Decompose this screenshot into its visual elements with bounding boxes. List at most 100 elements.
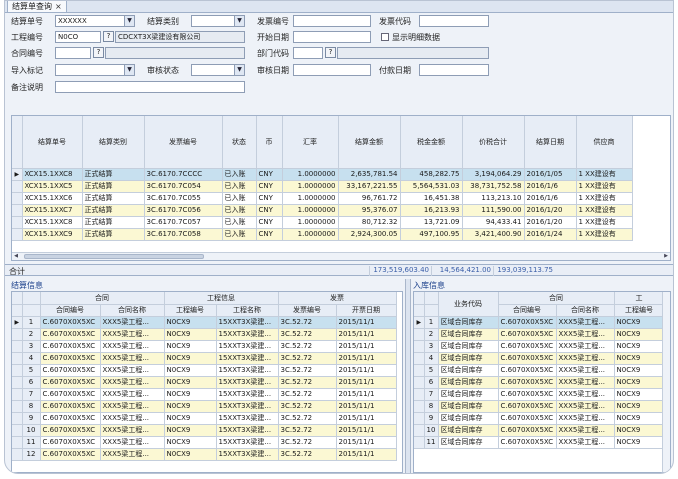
table-cell[interactable]: 3C.52.72 bbox=[278, 340, 337, 353]
table-cell[interactable]: 15XXT3X梁建... bbox=[216, 328, 279, 341]
col-header[interactable]: 结算类别 bbox=[82, 116, 145, 169]
table-cell[interactable]: XXX5梁工程... bbox=[556, 424, 615, 437]
table-cell[interactable]: 2015/11/1 bbox=[336, 448, 397, 461]
table-cell[interactable]: 区域合同库存 bbox=[438, 436, 499, 449]
table-cell[interactable]: 3C.6170.7C057 bbox=[144, 216, 223, 229]
table-cell[interactable]: XXX5梁工程... bbox=[556, 364, 615, 377]
table-cell[interactable]: 正式结算 bbox=[82, 204, 145, 217]
col-header[interactable]: 结算日期 bbox=[524, 116, 577, 169]
table-cell[interactable]: N0CX9 bbox=[164, 328, 217, 341]
table-row[interactable]: 6 区域合同库存 C.6070X0X5XC XXX5梁工程... N0CX9 bbox=[414, 376, 665, 389]
table-cell[interactable]: 区域合同库存 bbox=[438, 328, 499, 341]
table-cell[interactable]: 2016/1/20 bbox=[524, 204, 577, 217]
table-cell[interactable]: 497,100.95 bbox=[400, 228, 463, 241]
table-cell[interactable]: 16,451.38 bbox=[400, 192, 463, 205]
table-cell[interactable]: C.6070X0X5XC bbox=[40, 376, 101, 389]
table-cell[interactable]: 96,761.72 bbox=[338, 192, 401, 205]
table-cell[interactable]: 区域合同库存 bbox=[438, 388, 499, 401]
table-cell[interactable]: N0CX9 bbox=[164, 364, 217, 377]
table-cell[interactable]: 16,213.93 bbox=[400, 204, 463, 217]
table-row[interactable]: ▶ 1 区域合同库存 C.6070X0X5XC XXX5梁工程... N0CX9 bbox=[414, 316, 665, 329]
table-cell[interactable]: N0CX9 bbox=[614, 412, 665, 425]
table-cell[interactable]: C.6070X0X5XC bbox=[498, 400, 557, 413]
table-cell[interactable]: 2,924,300.05 bbox=[338, 228, 401, 241]
table-cell[interactable]: 3C.52.72 bbox=[278, 328, 337, 341]
table-cell[interactable]: 2016/1/05 bbox=[524, 168, 577, 181]
close-icon[interactable]: × bbox=[55, 2, 62, 11]
table-cell[interactable]: 458,282.75 bbox=[400, 168, 463, 181]
table-cell[interactable]: XXX5梁工程... bbox=[100, 376, 165, 389]
table-cell[interactable]: XXX5梁工程... bbox=[100, 388, 165, 401]
table-cell[interactable]: XXX5梁工程... bbox=[100, 340, 165, 353]
table-cell[interactable]: 已入账 bbox=[222, 192, 257, 205]
table-cell[interactable]: 正式结算 bbox=[82, 168, 145, 181]
scroll-thumb[interactable] bbox=[24, 254, 204, 259]
table-cell[interactable]: 2015/11/1 bbox=[336, 436, 397, 449]
table-row[interactable]: 9 C.6070X0X5XC XXX5梁工程... N0CX9 15XXT3X梁建...… bbox=[12, 412, 397, 425]
table-cell[interactable]: 15XXT3X梁建... bbox=[216, 424, 279, 437]
pay-date-input[interactable] bbox=[419, 64, 489, 76]
col-header[interactable]: 工程编号 bbox=[164, 304, 217, 317]
table-cell[interactable]: C.6070X0X5XC bbox=[40, 436, 101, 449]
table-row[interactable]: 2 C.6070X0X5XC XXX5梁工程... N0CX9 15XXT3X梁建...… bbox=[12, 328, 397, 341]
table-cell[interactable]: N0CX9 bbox=[164, 340, 217, 353]
table-cell[interactable]: 2015/11/1 bbox=[336, 340, 397, 353]
table-cell[interactable]: XXX5梁工程... bbox=[100, 364, 165, 377]
table-cell[interactable]: 2015/11/1 bbox=[336, 400, 397, 413]
table-cell[interactable]: N0CX9 bbox=[614, 376, 665, 389]
table-cell[interactable]: 3C.52.72 bbox=[278, 364, 337, 377]
table-cell[interactable]: 3C.52.72 bbox=[278, 388, 337, 401]
table-cell[interactable]: 区域合同库存 bbox=[438, 400, 499, 413]
col-header[interactable]: 状态 bbox=[222, 116, 257, 169]
table-cell[interactable]: XXX5梁工程... bbox=[100, 328, 165, 341]
table-row[interactable]: XCX15.1XXC7 正式结算 3C.6170.7C056 已入账 CNY 1.0000… bbox=[12, 204, 633, 217]
table-cell[interactable]: 15XXT3X梁建... bbox=[216, 352, 279, 365]
table-cell[interactable]: XXX5梁工程... bbox=[556, 340, 615, 353]
dept-lookup-button[interactable]: ? bbox=[325, 47, 336, 58]
table-cell[interactable]: N0CX9 bbox=[614, 436, 665, 449]
col-header[interactable]: 合同编号 bbox=[40, 304, 101, 317]
table-cell[interactable]: 94,433.41 bbox=[462, 216, 525, 229]
table-row[interactable]: ▶ 1 C.6070X0X5XC XXX5梁工程... N0CX9 15XXT3X梁建..… bbox=[12, 316, 397, 329]
table-cell[interactable]: 区域合同库存 bbox=[438, 340, 499, 353]
table-row[interactable]: 11 C.6070X0X5XC XXX5梁工程... N0CX9 15XXT3X梁建..… bbox=[12, 436, 397, 449]
table-cell[interactable]: C.6070X0X5XC bbox=[40, 424, 101, 437]
col-header[interactable]: 税金金额 bbox=[400, 116, 463, 169]
table-cell[interactable]: N0CX9 bbox=[614, 364, 665, 377]
col-header[interactable]: 供应商 bbox=[576, 116, 633, 169]
tab-settlement-query[interactable]: 结算单查询 × bbox=[7, 1, 67, 13]
table-cell[interactable]: 3C.6170.7C056 bbox=[144, 204, 223, 217]
table-cell[interactable]: 15XXT3X梁建... bbox=[216, 388, 279, 401]
table-cell[interactable]: 113,213.10 bbox=[462, 192, 525, 205]
table-cell[interactable]: 3C.6170.7C054 bbox=[144, 180, 223, 193]
table-cell[interactable]: N0CX9 bbox=[164, 388, 217, 401]
show-detail-checkbox[interactable] bbox=[381, 33, 389, 41]
table-cell[interactable]: XXX5梁工程... bbox=[100, 448, 165, 461]
col-header[interactable]: 价税合计 bbox=[462, 116, 525, 169]
chevron-down-icon[interactable]: ▼ bbox=[234, 65, 244, 75]
col-header[interactable]: 发票编号 bbox=[278, 304, 337, 317]
table-row[interactable]: 7 区域合同库存 C.6070X0X5XC XXX5梁工程... N0CX9 bbox=[414, 388, 665, 401]
table-row[interactable]: 11 区域合同库存 C.6070X0X5XC XXX5梁工程... N0CX9 bbox=[414, 436, 665, 449]
table-cell[interactable]: 正式结算 bbox=[82, 216, 145, 229]
table-cell[interactable]: CNY bbox=[256, 204, 283, 217]
table-cell[interactable]: 正式结算 bbox=[82, 192, 145, 205]
table-cell[interactable]: XXX5梁工程... bbox=[100, 316, 165, 329]
table-cell[interactable]: XXX5梁工程... bbox=[556, 376, 615, 389]
table-cell[interactable]: N0CX9 bbox=[164, 352, 217, 365]
table-cell[interactable]: C.6070X0X5XC bbox=[40, 400, 101, 413]
table-cell[interactable]: 111,590.00 bbox=[462, 204, 525, 217]
table-cell[interactable]: 3,421,400.90 bbox=[462, 228, 525, 241]
table-cell[interactable]: 区域合同库存 bbox=[438, 376, 499, 389]
table-cell[interactable]: C.6070X0X5XC bbox=[40, 340, 101, 353]
table-cell[interactable]: 1.0000000 bbox=[282, 192, 339, 205]
col-header[interactable]: 工程名称 bbox=[216, 304, 279, 317]
table-cell[interactable]: 15XXT3X梁建... bbox=[216, 400, 279, 413]
table-cell[interactable]: 区域合同库存 bbox=[438, 352, 499, 365]
table-cell[interactable]: N0CX9 bbox=[614, 328, 665, 341]
table-cell[interactable]: C.6070X0X5XC bbox=[40, 448, 101, 461]
table-row[interactable]: XCX15.1XXC8 正式结算 3C.6170.7C057 已入账 CNY 1.0000… bbox=[12, 216, 633, 229]
table-cell[interactable]: 38,731,752.58 bbox=[462, 180, 525, 193]
table-cell[interactable]: XXX5梁工程... bbox=[556, 388, 615, 401]
col-header[interactable]: 结算单号 bbox=[22, 116, 83, 169]
